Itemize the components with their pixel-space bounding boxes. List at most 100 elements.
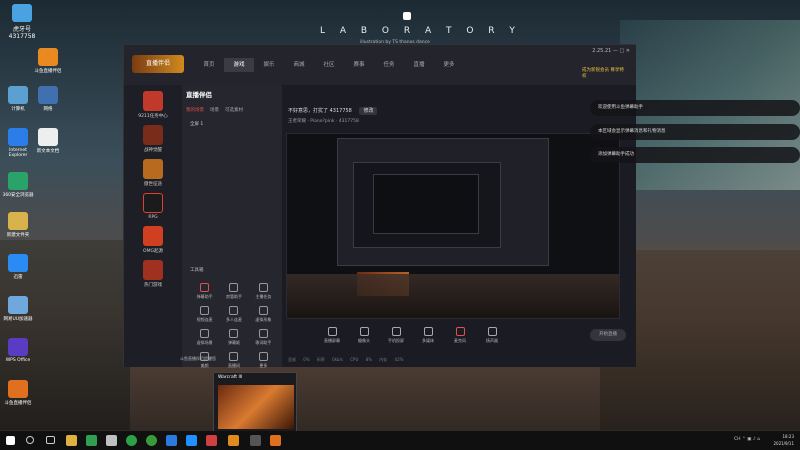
sidebar-game[interactable]: RPG (130, 193, 176, 220)
game-label: RPG (148, 215, 158, 220)
control-mic[interactable]: 麦克风 (450, 327, 470, 344)
overlay-id-value: 4317758 (8, 33, 36, 40)
windows-start-icon[interactable] (6, 436, 15, 445)
app-icon[interactable] (206, 435, 217, 446)
taskbar-thumbnail[interactable]: Warcraft III (213, 372, 297, 432)
desktop-icon-folder[interactable]: 新建文件夹 (0, 212, 36, 238)
tool-item[interactable]: 弹幕姬 (219, 329, 248, 346)
tool-item[interactable]: 虚拟形象 (249, 306, 278, 323)
desktop-icon-douyu[interactable]: 斗鱼直播伴侣 (30, 48, 66, 74)
nav-item[interactable]: 首页 (194, 58, 224, 72)
monitor-icon (327, 327, 337, 336)
control-speaker[interactable]: 扬声器 (482, 327, 502, 344)
version-label: 2.25.21 (592, 48, 612, 54)
text-file-icon (38, 128, 58, 146)
desktop-icon-network[interactable]: 网络 (30, 86, 66, 112)
avatar-icon (258, 306, 268, 315)
nav-item-active[interactable]: 游戏 (224, 58, 254, 72)
control-phone[interactable]: 手机投屏 (386, 327, 406, 344)
desktop-icon-360[interactable]: 360安全浏览器 (0, 172, 36, 198)
app-icon[interactable] (106, 435, 117, 446)
warcraft-taskbar-icon[interactable] (250, 435, 261, 446)
app-icon[interactable] (166, 435, 177, 446)
vip-promo[interactable]: 成为新锐会员 尊享特权 (582, 67, 626, 79)
control-camera[interactable]: 摄像头 (354, 327, 374, 344)
scene-panel: 直播伴侣 我的场景 场景 可选素材 全屏 1 工具箱 弹幕助手 房管助手 主播任… (182, 85, 282, 369)
desktop-icon-douyu2[interactable]: 斗鱼直播伴侣 (0, 380, 36, 406)
desktop-icon-label: 斗鱼直播伴侣 (4, 401, 32, 406)
douyu-taskbar-icon[interactable] (270, 435, 281, 446)
game-label: OMG起源 (143, 249, 163, 254)
tool-item[interactable]: 房管助手 (219, 283, 248, 300)
control-label: 多媒体 (422, 338, 434, 343)
tab-my-scenes[interactable]: 我的场景 (186, 107, 204, 113)
game-label: 9211任务中心 (138, 114, 168, 119)
tool-item[interactable]: 直播间 (219, 352, 248, 369)
app-icon[interactable] (186, 435, 197, 446)
tool-item[interactable]: 虚拟场景 (190, 329, 219, 346)
sidebar-game[interactable]: 战神觉醒 (130, 125, 176, 153)
tab-sources[interactable]: 可选素材 (225, 107, 243, 113)
wechat-icon[interactable] (126, 435, 137, 446)
input-method-label[interactable]: CH (734, 437, 741, 442)
source-controls: 直播屏幕 摄像头 手机投屏 多媒体 麦克风 扬声器 (322, 327, 502, 344)
desktop-icon-textfile[interactable]: 新文本文档 (30, 128, 66, 154)
app-icon[interactable] (146, 435, 157, 446)
nav-item[interactable]: 更多 (434, 58, 464, 72)
tool-item[interactable]: 更多 (249, 352, 278, 369)
stream-preview[interactable] (286, 133, 620, 319)
title-bar: 直播伴侣 首页 游戏 娱乐 商城 社区 赛事 任务 直播 更多 2.25.21 … (124, 45, 636, 85)
scene-item[interactable]: 全屏 1 (190, 121, 203, 127)
room-edit-button[interactable]: 修改 (359, 107, 378, 115)
chat-icon (229, 329, 239, 338)
tool-item[interactable]: 视频连麦 (190, 306, 219, 323)
tool-item[interactable]: 多人连麦 (219, 306, 248, 323)
tool-label: 视频连麦 (196, 317, 213, 322)
task-view-icon[interactable] (46, 436, 55, 444)
window-controls[interactable]: 2.25.21 — □ ✕ (592, 48, 630, 54)
desktop-icon-uu[interactable]: 网易UU加速器 (0, 296, 36, 322)
nav-item[interactable]: 直播 (404, 58, 434, 72)
app-logo[interactable]: 直播伴侣 (132, 55, 184, 73)
overlay-id-label: 虎牙号 (12, 26, 31, 33)
clock[interactable]: 18:23 2021/9/11 (773, 433, 794, 447)
desktop-icon-label: 网易UU加速器 (3, 317, 33, 322)
nav-item[interactable]: 社区 (314, 58, 344, 72)
app-icon[interactable] (86, 435, 97, 446)
control-media[interactable]: 多媒体 (418, 327, 438, 344)
tool-label: 虚拟场景 (196, 340, 213, 345)
tool-label: 主播任务 (255, 294, 272, 299)
nav-item[interactable]: 商城 (284, 58, 314, 72)
browser-360-icon (8, 172, 28, 190)
clock-date: 2021/9/11 (773, 441, 794, 446)
tab-scenes[interactable]: 场景 (210, 107, 219, 113)
sidebar-game[interactable]: 傲世征途 (130, 159, 176, 187)
stream-stats: 丢帧 0% 码率 0kb/s CPU 8% 内存 42% (288, 357, 404, 362)
game-label: 战神觉醒 (144, 148, 162, 153)
media-icon (423, 327, 433, 336)
sidebar-game[interactable]: 9211任务中心 (130, 91, 176, 119)
nav-item[interactable]: 娱乐 (254, 58, 284, 72)
file-explorer-icon[interactable] (66, 435, 77, 446)
thumbnail-image (218, 385, 294, 429)
computer-icon (8, 86, 28, 104)
video-icon (200, 306, 210, 315)
sidebar-game[interactable]: OMG起源 (130, 226, 176, 254)
desktop-icon-wps[interactable]: WPS Office (0, 338, 36, 363)
start-stream-button[interactable]: 开始直播 (590, 329, 626, 341)
search-icon[interactable] (26, 436, 34, 444)
desktop-icon-xunlei[interactable]: 迅雷 (0, 254, 36, 280)
tool-label: 虚拟形象 (255, 317, 272, 322)
control-screen[interactable]: 直播屏幕 (322, 327, 342, 344)
douyu-taskbar-icon[interactable] (228, 435, 239, 446)
desktop-icon-recycle[interactable]: 虎牙号 4317758 (4, 4, 40, 40)
control-label: 手机投屏 (388, 338, 404, 343)
tool-item[interactable]: 主播任务 (249, 283, 278, 300)
tool-item[interactable]: 弹幕助手 (190, 283, 219, 300)
nav-item[interactable]: 任务 (374, 58, 404, 72)
tool-item[interactable]: 歌词助手 (249, 329, 278, 346)
system-tray[interactable]: CH ⌃ ▣ ♪ ⌂ (734, 437, 760, 442)
nav-item[interactable]: 赛事 (344, 58, 374, 72)
sidebar-game[interactable]: 热门游戏 (130, 260, 176, 288)
wps-icon (8, 338, 28, 356)
